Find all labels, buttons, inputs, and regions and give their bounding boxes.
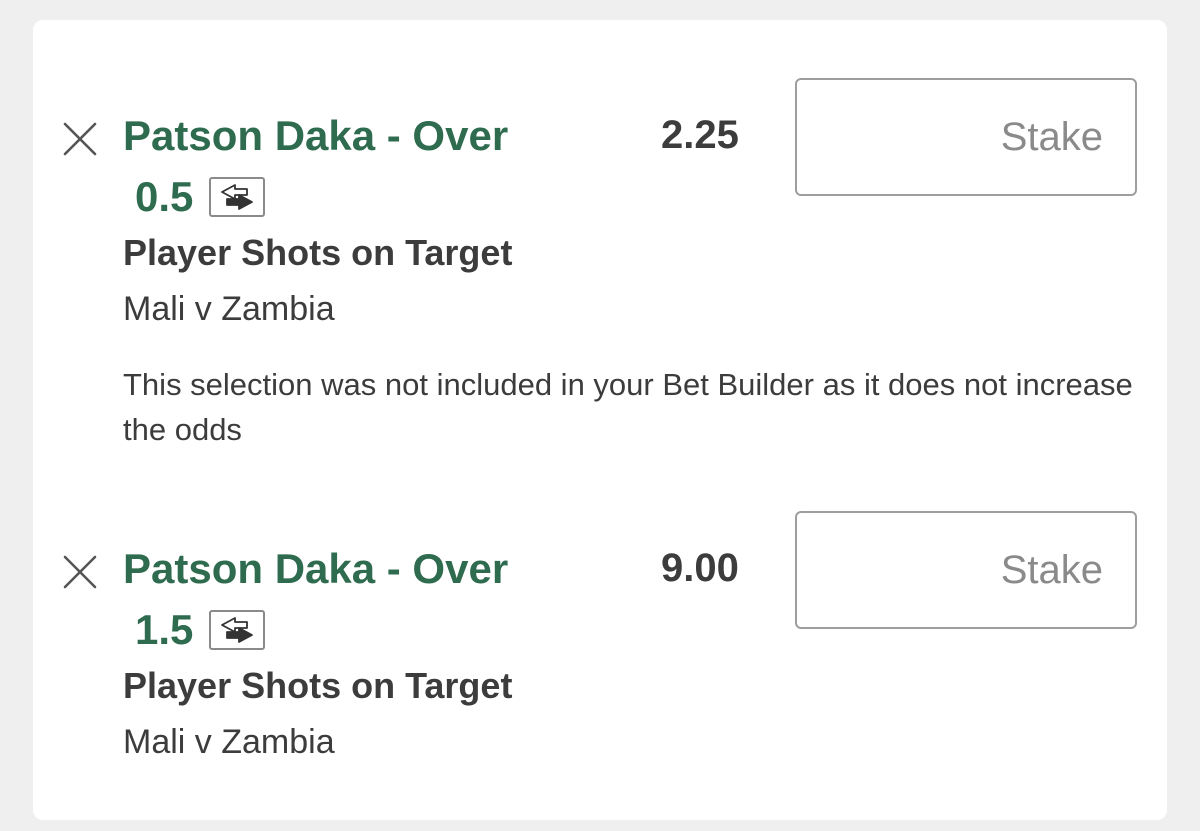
selection-line: 1.5 <box>135 605 266 655</box>
stake-input[interactable] <box>795 78 1137 196</box>
market-name: Player Shots on Target <box>123 232 513 273</box>
remove-selection-button[interactable] <box>61 553 99 591</box>
selection-odds: 2.25 <box>661 113 739 157</box>
selection-title: Patson Daka - Over <box>123 112 509 159</box>
close-icon <box>63 555 97 589</box>
bet-slip-card: Patson Daka - Over 0.5 2.25 Player Shots… <box>33 20 1167 820</box>
swap-arrows-icon[interactable] <box>209 610 266 650</box>
selection-title: Patson Daka - Over <box>123 545 509 592</box>
selection-odds: 9.00 <box>661 546 739 590</box>
selection-line-value: 0.5 <box>135 173 194 220</box>
event-name: Mali v Zambia <box>123 723 335 761</box>
market-name: Player Shots on Target <box>123 665 513 706</box>
stake-input[interactable] <box>795 511 1137 629</box>
event-name: Mali v Zambia <box>123 290 335 328</box>
close-icon <box>63 122 97 156</box>
selection-line: 0.5 <box>135 172 266 222</box>
remove-selection-button[interactable] <box>61 120 99 158</box>
swap-arrows-icon[interactable] <box>209 177 266 217</box>
bet-builder-notice: This selection was not included in your … <box>123 367 1133 447</box>
selection-line-value: 1.5 <box>135 606 194 653</box>
